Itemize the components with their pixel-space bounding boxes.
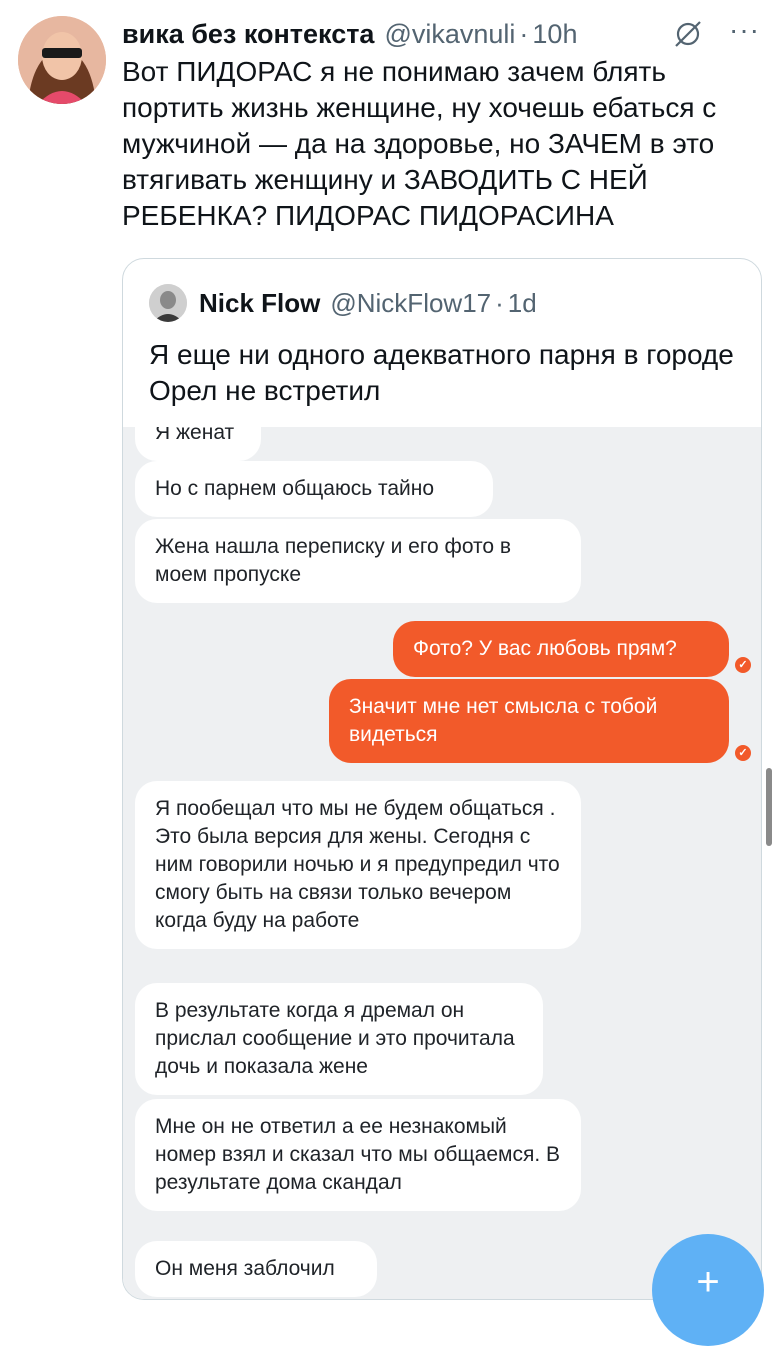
post-text: Вот ПИДОРАС я не понимаю зачем блять пор… bbox=[122, 56, 717, 231]
quote-text: Я еще ни одного адекватного парня в горо… bbox=[149, 339, 734, 406]
author-name[interactable]: вика без контекста bbox=[122, 19, 374, 50]
chat-message-outgoing: Фото? У вас любовь прям? bbox=[393, 621, 729, 677]
chat-message-outgoing: Значит мне нет смысла с тобой видеться bbox=[329, 679, 729, 763]
more-icon[interactable]: ··· bbox=[729, 14, 760, 46]
quote-separator-dot: · bbox=[495, 287, 504, 318]
author-avatar[interactable] bbox=[18, 16, 106, 104]
quote-avatar bbox=[149, 284, 187, 322]
author-handle[interactable]: @vikavnuli bbox=[384, 19, 515, 50]
chat-message: Жена нашла переписку и его фото в моем п… bbox=[135, 519, 581, 603]
read-check-icon: ✓ bbox=[735, 657, 751, 673]
quoted-post[interactable]: Nick Flow @NickFlow17 · 1d Я еще ни одно… bbox=[122, 258, 762, 1300]
quote-time: 1d bbox=[507, 287, 537, 318]
chat-screenshot: Я женат Но с парнем общаюсь тайно Жена н… bbox=[123, 427, 761, 1299]
read-check-icon: ✓ bbox=[735, 745, 751, 761]
grok-icon[interactable] bbox=[672, 18, 704, 50]
post-time[interactable]: 10h bbox=[532, 19, 577, 50]
quote-header: Nick Flow @NickFlow17 · 1d bbox=[149, 283, 537, 323]
post-header: вика без контекста @vikavnuli · 10h ··· bbox=[122, 14, 760, 54]
quote-author-handle: @NickFlow17 bbox=[330, 287, 492, 318]
chat-message: Но с парнем общаюсь тайно bbox=[135, 461, 493, 517]
compose-button[interactable]: + bbox=[652, 1234, 764, 1346]
chat-message: Мне он не ответил а ее незнакомый номер … bbox=[135, 1099, 581, 1211]
separator-dot: · bbox=[519, 18, 529, 49]
scrollbar[interactable] bbox=[766, 768, 772, 846]
chat-message: Он меня заблочил bbox=[135, 1241, 377, 1297]
quote-author-name: Nick Flow bbox=[199, 287, 321, 318]
chat-message: В результате когда я дремал он прислал с… bbox=[135, 983, 543, 1095]
chat-message: Я пообещал что мы не будем общаться . Эт… bbox=[135, 781, 581, 949]
chat-message: Я женат bbox=[135, 427, 261, 461]
